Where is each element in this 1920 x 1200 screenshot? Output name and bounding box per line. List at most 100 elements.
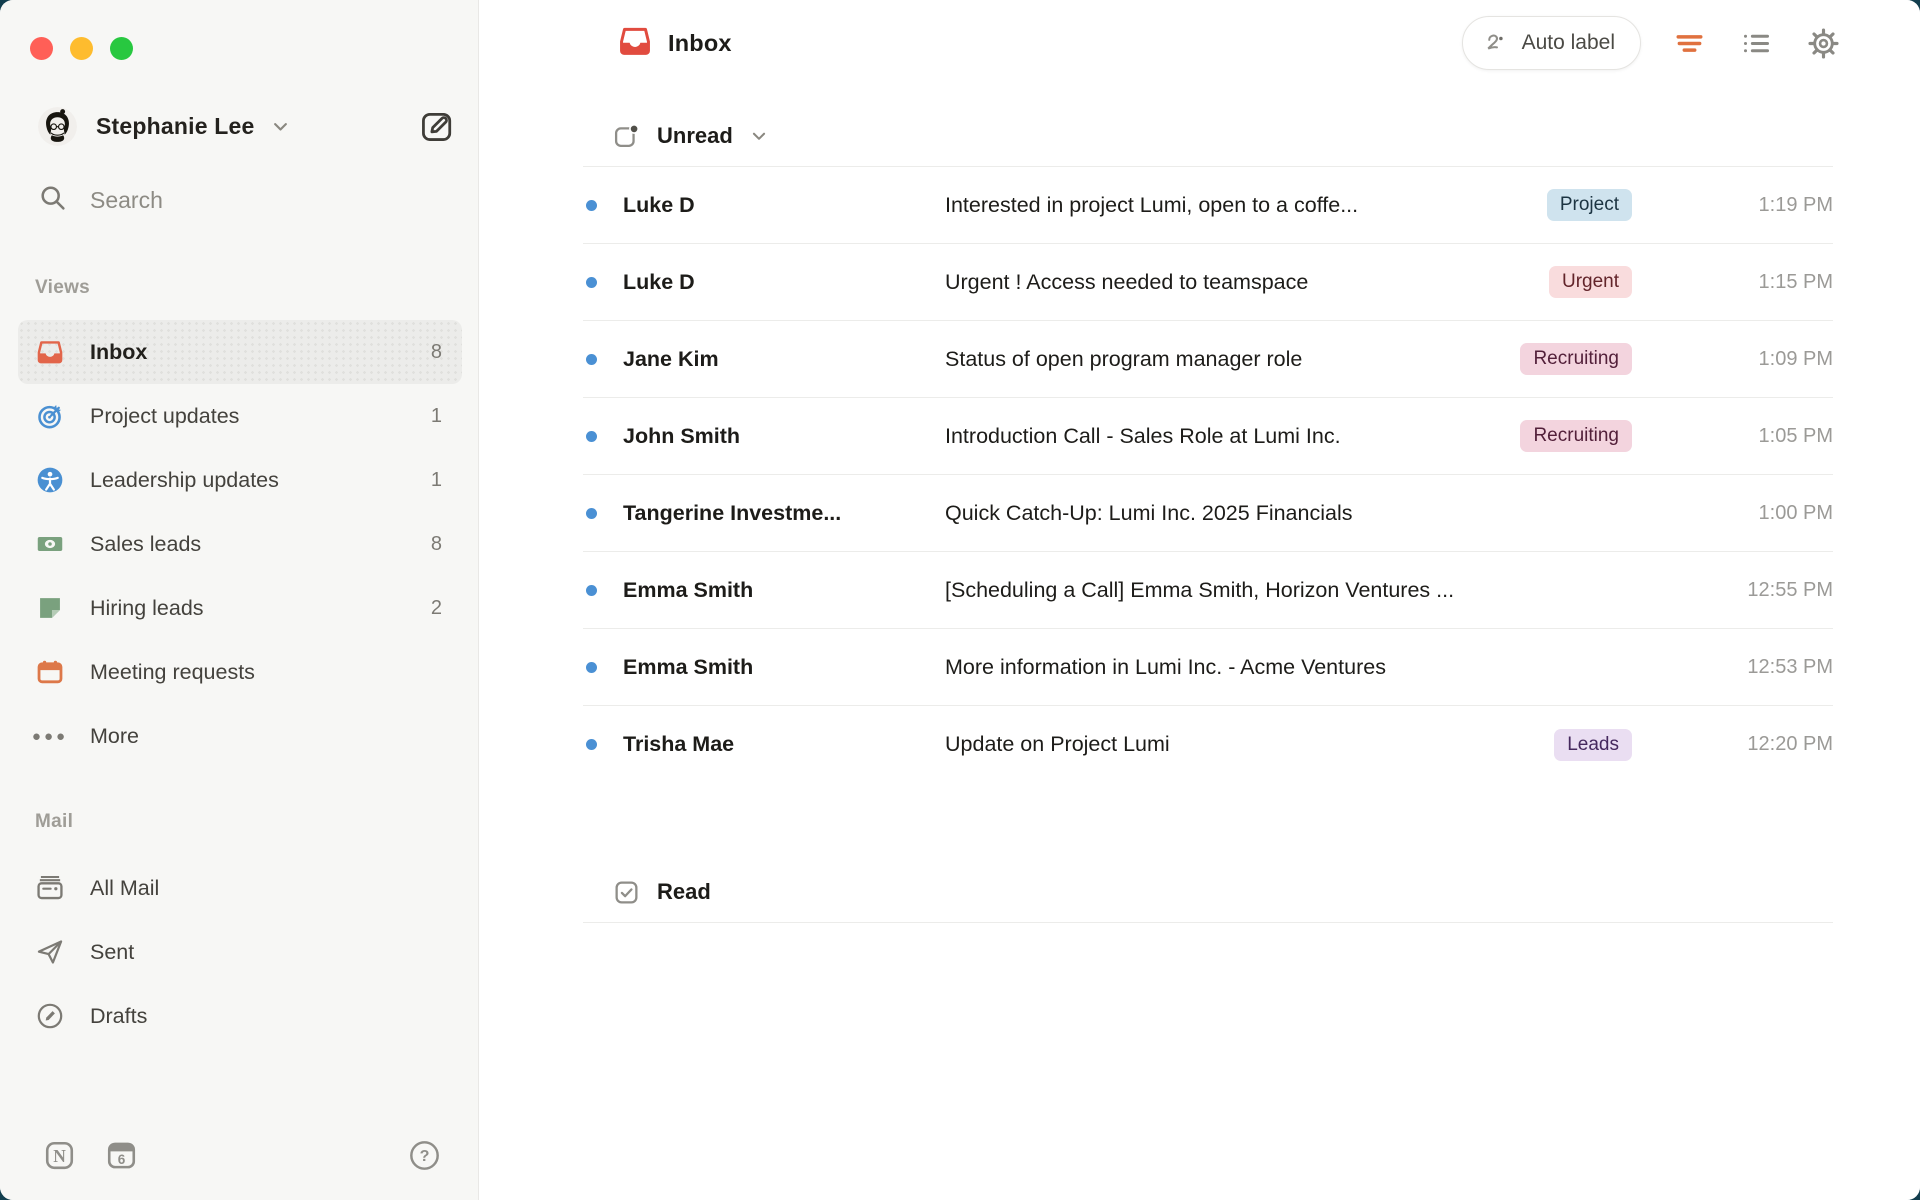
- sidebar-item-project-updates[interactable]: Project updates 1: [18, 384, 462, 448]
- sidebar: Stephanie Lee Search Views Inbox 8: [0, 0, 479, 1200]
- email-tag-badge: Project: [1547, 189, 1632, 221]
- read-group-header[interactable]: Read: [613, 866, 711, 918]
- search-icon: [38, 183, 67, 217]
- search-input[interactable]: Search: [38, 184, 163, 216]
- email-tag-badge: Urgent: [1549, 266, 1632, 298]
- main-toolbar: Inbox Auto label: [618, 14, 1842, 72]
- minimize-window-button[interactable]: [70, 37, 93, 60]
- email-sender: Tangerine Investme...: [623, 501, 945, 526]
- email-sender: John Smith: [623, 424, 945, 449]
- sidebar-item-sales-leads[interactable]: Sales leads 8: [18, 512, 462, 576]
- help-icon[interactable]: ?: [409, 1140, 440, 1171]
- accessibility-icon: [36, 466, 64, 494]
- mail-section-label: Mail: [35, 811, 73, 833]
- email-tag-badge: Recruiting: [1520, 420, 1632, 452]
- svg-text:N: N: [53, 1146, 66, 1166]
- unread-count: 1: [431, 469, 442, 492]
- sidebar-item-meeting-requests[interactable]: Meeting requests: [18, 640, 462, 704]
- email-row[interactable]: Emma Smith [Scheduling a Call] Emma Smit…: [583, 552, 1833, 629]
- unread-select-icon: [613, 123, 640, 150]
- notion-logo-icon[interactable]: N: [44, 1140, 75, 1171]
- email-row[interactable]: Trisha Mae Update on Project Lumi Leads …: [583, 706, 1833, 783]
- sidebar-footer: N 6 ?: [0, 1138, 478, 1178]
- email-time: 12:20 PM: [1713, 733, 1833, 756]
- user-name: Stephanie Lee: [96, 113, 255, 140]
- auto-label-wand-icon: [1482, 30, 1509, 57]
- email-row[interactable]: Emma Smith More information in Lumi Inc.…: [583, 629, 1833, 706]
- account-switcher[interactable]: Stephanie Lee: [38, 106, 456, 146]
- calendar-6-icon[interactable]: 6: [106, 1140, 137, 1171]
- sidebar-item-all-mail[interactable]: All Mail: [18, 856, 462, 920]
- chevron-down-icon: [271, 117, 290, 136]
- email-time: 12:53 PM: [1713, 656, 1833, 679]
- email-sender: Trisha Mae: [623, 732, 945, 757]
- target-icon: [36, 402, 64, 430]
- list-icon[interactable]: [1737, 24, 1775, 62]
- email-subject: Urgent ! Access needed to teamspace: [945, 270, 1549, 295]
- unread-dot-icon: [586, 200, 597, 211]
- email-tag-badge: Recruiting: [1520, 343, 1632, 375]
- compose-button[interactable]: [418, 107, 456, 145]
- unread-dot-icon: [586, 739, 597, 750]
- email-sender: Luke D: [623, 193, 945, 218]
- sidebar-item-sent[interactable]: Sent: [18, 920, 462, 984]
- main-panel: Inbox Auto label Unread: [479, 0, 1920, 1200]
- sidebar-item-hiring-leads[interactable]: Hiring leads 2: [18, 576, 462, 640]
- email-sender: Luke D: [623, 270, 945, 295]
- mail-nav: All Mail Sent Drafts: [18, 856, 462, 1048]
- unread-count: 2: [431, 597, 442, 620]
- settings-gear-icon[interactable]: [1804, 24, 1842, 62]
- email-tag-badge: Leads: [1554, 729, 1632, 761]
- email-sender: Jane Kim: [623, 347, 945, 372]
- views-section-label: Views: [35, 277, 90, 299]
- chevron-down-icon: [750, 127, 768, 145]
- email-subject: Quick Catch-Up: Lumi Inc. 2025 Financial…: [945, 501, 1713, 526]
- email-subject: More information in Lumi Inc. - Acme Ven…: [945, 655, 1713, 680]
- email-sender: Emma Smith: [623, 655, 945, 680]
- unread-count: 1: [431, 405, 442, 428]
- mail-app-window: Stephanie Lee Search Views Inbox 8: [0, 0, 1920, 1200]
- email-row[interactable]: Luke D Urgent ! Access needed to teamspa…: [583, 244, 1833, 321]
- search-placeholder: Search: [90, 187, 163, 214]
- sidebar-item-leadership-updates[interactable]: Leadership updates 1: [18, 448, 462, 512]
- read-divider: [583, 922, 1833, 923]
- drafts-icon: [36, 1002, 64, 1030]
- inbox-icon: [618, 24, 652, 63]
- unread-dot-icon: [586, 585, 597, 596]
- avatar: [38, 107, 77, 146]
- close-window-button[interactable]: [30, 37, 53, 60]
- email-time: 12:55 PM: [1713, 579, 1833, 602]
- unread-group-label: Unread: [657, 123, 733, 149]
- email-row[interactable]: John Smith Introduction Call - Sales Rol…: [583, 398, 1833, 475]
- email-sender: Emma Smith: [623, 578, 945, 603]
- unread-dot-icon: [586, 662, 597, 673]
- unread-dot-icon: [586, 431, 597, 442]
- email-time: 1:09 PM: [1713, 348, 1833, 371]
- window-controls: [30, 37, 133, 60]
- all-mail-icon: [36, 874, 64, 902]
- email-row[interactable]: Jane Kim Status of open program manager …: [583, 321, 1833, 398]
- svg-text:6: 6: [118, 1152, 126, 1167]
- email-time: 1:05 PM: [1713, 425, 1833, 448]
- sent-icon: [36, 938, 64, 966]
- auto-label-button[interactable]: Auto label: [1462, 16, 1641, 70]
- read-group-label: Read: [657, 879, 711, 905]
- page-title: Inbox: [668, 30, 732, 57]
- email-time: 1:00 PM: [1713, 502, 1833, 525]
- unread-group-header[interactable]: Unread: [613, 110, 768, 162]
- sidebar-item-drafts[interactable]: Drafts: [18, 984, 462, 1048]
- sidebar-item-inbox[interactable]: Inbox 8: [18, 320, 462, 384]
- note-icon: [36, 594, 64, 622]
- email-row[interactable]: Luke D Interested in project Lumi, open …: [583, 167, 1833, 244]
- sidebar-item-more[interactable]: ●●● More: [18, 704, 462, 768]
- auto-label-text: Auto label: [1522, 31, 1615, 55]
- email-time: 1:19 PM: [1713, 194, 1833, 217]
- money-icon: [36, 530, 64, 558]
- unread-dot-icon: [586, 277, 597, 288]
- filter-icon[interactable]: [1670, 24, 1708, 62]
- unread-count: 8: [431, 533, 442, 556]
- email-time: 1:15 PM: [1713, 271, 1833, 294]
- calendar-icon: [36, 658, 64, 686]
- zoom-window-button[interactable]: [110, 37, 133, 60]
- email-row[interactable]: Tangerine Investme... Quick Catch-Up: Lu…: [583, 475, 1833, 552]
